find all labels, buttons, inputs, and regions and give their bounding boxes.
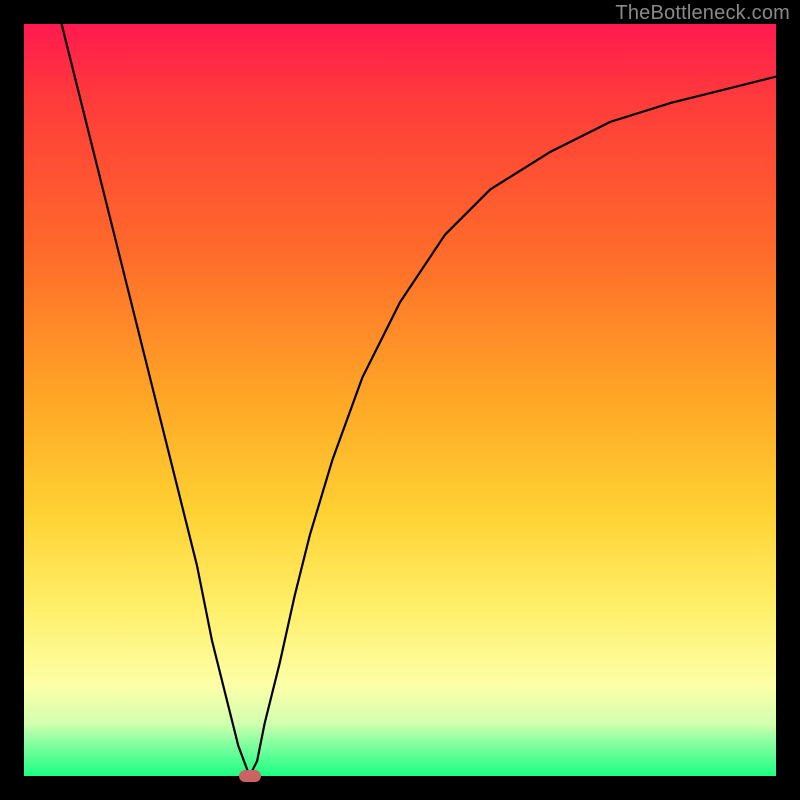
watermark-text: TheBottleneck.com [615,2,790,25]
minimum-marker [239,770,261,782]
curve-line [62,24,776,776]
curve-svg [24,24,776,776]
chart-frame: TheBottleneck.com [0,0,800,800]
plot-area [24,24,776,776]
